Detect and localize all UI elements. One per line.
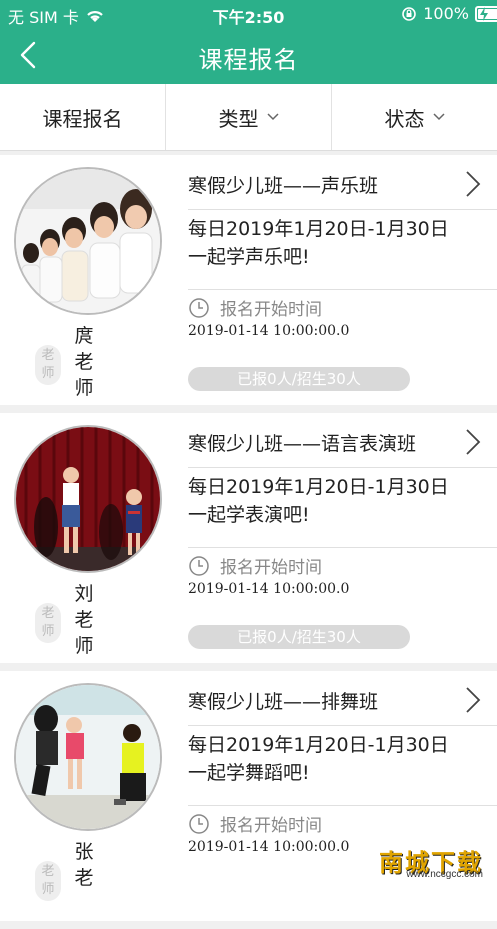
course-card[interactable]: 张 老 老师 寒假少儿班——排舞班 每日2019年1月20日-1月30日 一起学…	[0, 671, 497, 921]
enrollment-badge: 已报0人/招生30人	[188, 625, 410, 649]
chevron-down-icon	[266, 113, 279, 121]
teacher-name: 张 老	[74, 841, 94, 889]
signup-start-date: 2019-01-14 10:00:00.0	[188, 839, 350, 855]
course-photo	[14, 683, 162, 831]
orientation-lock-icon	[402, 6, 417, 21]
watermark-logo: 南城下载 www.nccgcc.com	[379, 849, 483, 880]
chevron-down-icon	[432, 113, 445, 121]
divider	[188, 547, 497, 548]
divider	[188, 289, 497, 290]
chevron-right-icon[interactable]	[463, 169, 483, 199]
battery-percent: 100%	[423, 4, 469, 23]
tab-label: 课程报名	[42, 106, 123, 131]
enrollment-badge: 已报0人/招生30人	[188, 367, 410, 391]
clock-icon	[189, 555, 209, 576]
navigation-bar: 课程报名	[0, 28, 497, 84]
status-bar: 无 SIM 卡 下午2:50 100%	[0, 0, 497, 28]
tab-label: 类型	[218, 106, 259, 131]
divider	[188, 725, 497, 726]
clock-icon	[189, 297, 209, 318]
teacher-seal-icon: 老师	[35, 603, 61, 643]
tab-course-signup[interactable]: 课程报名	[0, 84, 166, 150]
course-card[interactable]: 刘 老 师 老师 寒假少儿班——语言表演班 每日2019年1月20日-1月30日…	[0, 413, 497, 663]
teacher-name: 刘 老 师	[74, 583, 94, 657]
clock-icon	[189, 813, 209, 834]
course-photo	[14, 425, 162, 573]
signup-start-label: 报名开始时间	[188, 295, 322, 320]
charging-icon	[480, 6, 488, 21]
course-card[interactable]: 庹 老 师 老师 寒假少儿班——声乐班 每日2019年1月20日-1月30日 一…	[0, 155, 497, 405]
course-description: 每日2019年1月20日-1月30日 一起学声乐吧!	[188, 218, 449, 268]
signup-start-label: 报名开始时间	[188, 553, 322, 578]
teacher-seal-icon: 老师	[35, 345, 61, 385]
tab-label: 状态	[384, 106, 425, 131]
course-title: 寒假少儿班——语言表演班	[188, 433, 417, 455]
tab-type[interactable]: 类型	[166, 84, 332, 150]
chevron-right-icon[interactable]	[463, 427, 483, 457]
divider	[188, 805, 497, 806]
tab-status[interactable]: 状态	[332, 84, 497, 150]
signup-start-date: 2019-01-14 10:00:00.0	[188, 323, 350, 339]
page-title: 课程报名	[198, 46, 299, 74]
course-photo	[14, 167, 162, 315]
signup-start-date: 2019-01-14 10:00:00.0	[188, 581, 350, 597]
divider	[188, 467, 497, 468]
course-title: 寒假少儿班——声乐班	[188, 175, 379, 197]
course-list: 庹 老 师 老师 寒假少儿班——声乐班 每日2019年1月20日-1月30日 一…	[0, 155, 497, 929]
signup-start-label: 报名开始时间	[188, 811, 322, 836]
chevron-right-icon[interactable]	[463, 685, 483, 715]
teacher-name: 庹 老 师	[74, 325, 94, 399]
course-title: 寒假少儿班——排舞班	[188, 691, 379, 713]
filter-tabs: 课程报名 类型 状态	[0, 84, 497, 151]
course-description: 每日2019年1月20日-1月30日 一起学舞蹈吧!	[188, 734, 449, 784]
teacher-seal-icon: 老师	[35, 861, 61, 901]
divider	[188, 209, 497, 210]
course-description: 每日2019年1月20日-1月30日 一起学表演吧!	[188, 476, 449, 526]
